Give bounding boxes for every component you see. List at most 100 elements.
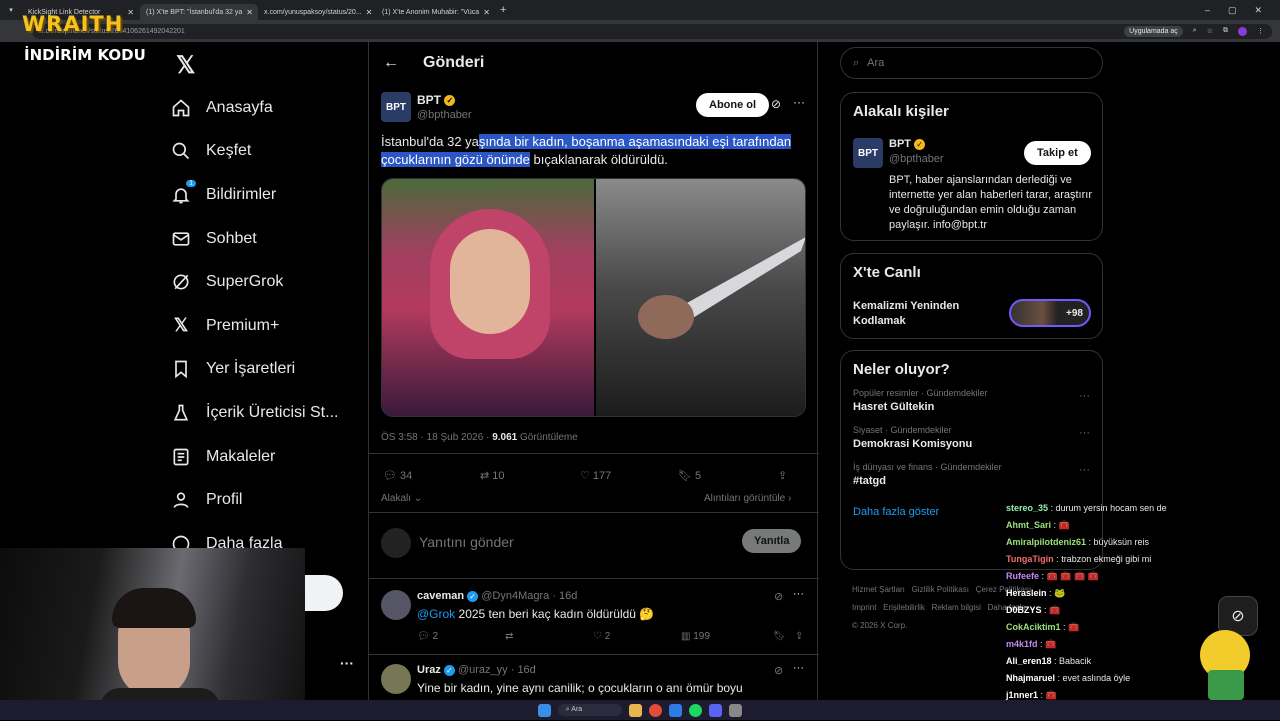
post-media[interactable] xyxy=(381,178,806,417)
browser-tab[interactable]: (1) X'te BPT: "İstanbul'da 32 ya ✕ xyxy=(140,4,258,20)
reply-input[interactable]: Yanıtını gönder xyxy=(419,534,514,550)
profile-icon[interactable] xyxy=(1238,26,1247,36)
bookmark-icon[interactable]: 🔖︎ xyxy=(773,631,795,642)
nav-messages[interactable]: Sohbet xyxy=(170,217,360,261)
more-options-icon[interactable]: ··· xyxy=(1079,464,1090,476)
avatar[interactable] xyxy=(381,590,411,620)
nav-premium[interactable]: 𝕏 Premium+ xyxy=(170,304,360,348)
grok-icon[interactable]: ⊘ xyxy=(774,590,783,603)
nav-articles[interactable]: Makaleler xyxy=(170,435,360,479)
avatar[interactable]: BPT xyxy=(381,92,411,122)
trend-item[interactable]: Siyaset · Gündemdekiler Demokrasi Komisyo… xyxy=(841,425,1102,450)
grok-icon[interactable]: ⊘ xyxy=(774,664,783,677)
chat-username[interactable]: stereo_35 xyxy=(1006,503,1048,513)
chrome-icon[interactable] xyxy=(649,703,663,717)
spotify-icon[interactable] xyxy=(689,703,703,717)
trend-item[interactable]: Popüler resimler · Gündemdekiler Hasret G… xyxy=(841,388,1102,413)
chat-username[interactable]: Rufeefe xyxy=(1006,571,1039,581)
mention-link[interactable]: @Grok xyxy=(417,607,455,621)
chat-username[interactable]: Nhajmaruel xyxy=(1006,673,1055,683)
reply-author-name[interactable]: caveman xyxy=(417,590,464,602)
like-button[interactable]: ♡ 177 xyxy=(580,469,678,482)
close-tab-icon[interactable]: ✕ xyxy=(483,8,490,17)
live-participants[interactable]: +98 xyxy=(1009,299,1091,327)
footer-link[interactable]: Hizmet Şartları xyxy=(852,585,905,594)
nav-home[interactable]: Anasayfa xyxy=(170,86,360,130)
more-options-icon[interactable]: ··· xyxy=(793,662,804,674)
close-tab-icon[interactable]: ✕ xyxy=(366,8,373,17)
author-handle[interactable]: @bpthaber xyxy=(417,109,472,121)
browser-tab[interactable]: x.com/yunuspaksoy/status/20... ✕ xyxy=(258,4,376,20)
woman-photo[interactable] xyxy=(382,179,594,416)
chat-username[interactable]: j1nner1 xyxy=(1006,690,1038,700)
file-explorer-icon[interactable] xyxy=(629,703,643,717)
knife-photo[interactable] xyxy=(596,179,805,416)
new-tab-icon[interactable]: + xyxy=(500,4,506,16)
more-options-icon[interactable]: ··· xyxy=(1079,390,1090,402)
author-name[interactable]: BPT xyxy=(417,93,441,107)
footer-link[interactable]: Erişilebilirlik xyxy=(883,603,925,612)
footer-link[interactable]: Reklam bilgisi xyxy=(932,603,981,612)
nav-notifications[interactable]: 1 Bildirimler xyxy=(170,173,360,217)
person-info[interactable]: BPT ✓ @bpthaber xyxy=(889,138,944,165)
extensions-icon[interactable]: ⧉ xyxy=(1223,27,1228,35)
nav-bookmarks[interactable]: Yer İşaretleri xyxy=(170,348,360,392)
close-window-icon[interactable]: ✕ xyxy=(1254,5,1262,16)
subscribe-button[interactable]: Abone ol xyxy=(696,93,770,117)
view-quotes-link[interactable]: Alıntıları görüntüle › xyxy=(704,493,791,504)
url-field[interactable]: x.com/bpthaber/status/202410626149204220… xyxy=(32,23,1272,39)
nav-supergrok[interactable]: SuperGrok xyxy=(170,260,360,304)
post-time[interactable]: ÖS 3:58 · 18 Şub 2026 · xyxy=(381,432,492,443)
reply-handle[interactable]: @uraz_yy xyxy=(458,664,508,676)
grok-icon[interactable]: ⊘ xyxy=(771,97,781,111)
close-tab-icon[interactable]: ✕ xyxy=(127,8,134,17)
edge-icon[interactable] xyxy=(669,703,683,717)
chat-username[interactable]: m4k1fd xyxy=(1006,639,1038,649)
minimize-icon[interactable]: – xyxy=(1205,5,1210,16)
relevant-sort-dropdown[interactable]: Alakalı ⌄ xyxy=(381,493,422,504)
open-in-app-button[interactable]: Uygulamada aç xyxy=(1124,25,1183,37)
chat-username[interactable]: Ahmt_Sari xyxy=(1006,520,1051,530)
chat-username[interactable]: CokAciktim1 xyxy=(1006,622,1061,632)
avatar[interactable] xyxy=(381,664,411,694)
footer-link[interactable]: Imprint xyxy=(852,603,876,612)
reply-button[interactable]: 💬︎ 2 xyxy=(417,631,505,642)
follow-button[interactable]: Takip et xyxy=(1024,141,1091,165)
chat-username[interactable]: D0BZYS xyxy=(1006,605,1042,615)
share-icon[interactable]: ⇪ xyxy=(778,469,787,482)
star-icon[interactable]: ☆ xyxy=(1207,27,1213,35)
windows-start-icon[interactable] xyxy=(537,703,551,717)
nav-explore[interactable]: Keşfet xyxy=(170,130,360,174)
avatar[interactable]: BPT xyxy=(853,138,883,168)
zoom-icon[interactable]: ⌕ xyxy=(1193,27,1197,35)
browser-tab[interactable]: (1) X'te Anonim Muhabir: "Vüca ✕ xyxy=(376,4,494,20)
chat-username[interactable]: Heraslein xyxy=(1006,588,1047,598)
chat-username[interactable]: Amiralpilotdeniz61 xyxy=(1006,537,1086,547)
footer-link[interactable]: Gizlilik Politikası xyxy=(912,585,969,594)
more-options-icon[interactable]: ··· xyxy=(793,95,805,109)
chat-username[interactable]: Ali_eren18 xyxy=(1006,656,1052,666)
reply-submit-button[interactable]: Yanıtla xyxy=(742,529,802,553)
reply-button[interactable]: 💬︎ 34 xyxy=(383,469,480,482)
maximize-icon[interactable]: ▢ xyxy=(1228,5,1237,16)
reply-author-name[interactable]: Uraz xyxy=(417,664,441,676)
repost-button[interactable]: ⇄ 10 xyxy=(480,469,580,482)
bookmark-button[interactable]: 🔖︎ 5 xyxy=(678,469,778,482)
trend-item[interactable]: İş dünyası ve finans · Gündemdekiler #tat… xyxy=(841,462,1102,487)
reply-handle[interactable]: @Dyn4Magra xyxy=(481,590,549,602)
nav-creator-studio[interactable]: İçerik Üreticisi St... xyxy=(170,391,360,435)
like-button[interactable]: ♡ 2 xyxy=(593,631,681,642)
nav-profile[interactable]: Profil xyxy=(170,478,360,522)
taskbar-search[interactable]: ⌕ Ara xyxy=(557,704,623,716)
tab-menu-icon[interactable]: ▾ xyxy=(0,6,22,14)
back-arrow-icon[interactable]: ← xyxy=(383,54,399,72)
steam-icon[interactable] xyxy=(729,703,743,717)
menu-icon[interactable]: ⋮ xyxy=(1257,27,1264,35)
search-input[interactable]: ⌕ Ara xyxy=(840,47,1103,79)
share-icon[interactable]: ⇪ xyxy=(795,631,803,642)
more-options-icon[interactable]: ··· xyxy=(793,588,804,600)
x-logo-icon[interactable]: 𝕏 xyxy=(170,44,360,86)
more-options-icon[interactable]: ··· xyxy=(1079,427,1090,439)
repost-button[interactable]: ⇄ xyxy=(505,631,593,642)
close-tab-icon[interactable]: ✕ xyxy=(246,8,253,17)
